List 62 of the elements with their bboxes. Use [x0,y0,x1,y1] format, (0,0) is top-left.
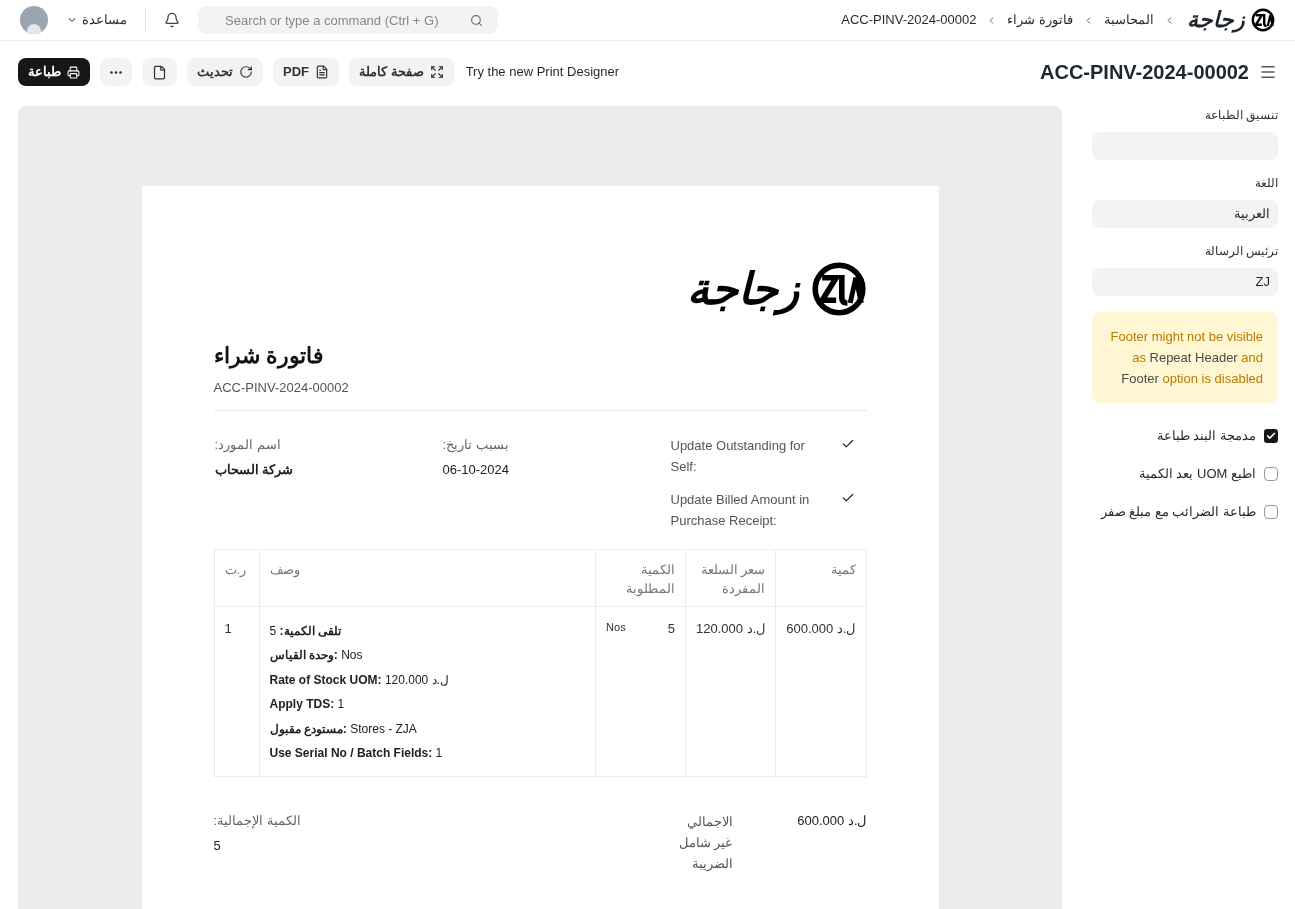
document-icon [315,65,329,79]
field-label: بسبب تاريخ: [442,435,509,454]
pdf-button[interactable]: PDF [273,58,339,86]
print-icon [67,65,80,79]
column-header: وصف [259,549,596,606]
document-number: ACC-PINV-2024-00002 [213,379,350,397]
breadcrumb-link[interactable]: المحاسبة [1104,10,1154,30]
warning-text: Footer might not be visible as Repeat Header and Footer option is disabled [1109,328,1263,388]
full-page-button[interactable]: صفحة كاملة [349,58,454,86]
file-icon [152,64,167,80]
field-label: اللغة [1254,175,1278,192]
field-label: Update Billed Amount in Purchase Receipt: [670,490,811,530]
field-label: ترئيس الرسالة [1203,243,1278,260]
field-value: ل.د 600.000 [797,811,867,830]
logo-text: زجاجة [680,258,805,320]
field-label: الكمية الإجمالية: [213,811,301,830]
breadcrumb-link[interactable]: ACC-PINV-2024-00002 [841,10,977,30]
print-button[interactable]: طباعة [18,58,90,86]
field-value: 5 [213,837,221,855]
document-button[interactable] [142,58,177,86]
breadcrumb-link[interactable]: فاتورة شراء [1007,10,1073,30]
table-cell: ل.د 600.000 [775,606,866,776]
check-icon [1266,431,1276,441]
logo-text: زجاجة [1186,6,1247,35]
avatar[interactable] [20,6,48,34]
field-label: تنسيق الطباعة [1203,107,1278,124]
checkbox-label: مدمجة البند طباعة [1156,427,1256,446]
unit-text: Nos [606,619,626,635]
notification-icon[interactable] [164,12,180,28]
logo-mark-icon [1251,8,1275,32]
quantity-text: 5 [667,619,676,638]
column-header: سعر السلعة المفردة [685,549,776,606]
checkbox-label: اطبع UOM بعد الكمية [1138,465,1256,484]
document-title: فاتورة شراء [213,342,325,370]
field-label: Update Outstanding for Self: [670,436,806,476]
checkbox[interactable] [1264,505,1278,519]
field-label: الاجمالي غير شامل الضريبة [677,812,733,873]
field-label: اسم المورد: [214,435,281,454]
search-field[interactable]: Search or type a command (Ctrl + G) [198,6,498,34]
select-field[interactable]: العربية [1092,200,1278,228]
page-title: ACC-PINV-2024-00002 [1040,60,1249,85]
logo-mark-icon [810,261,867,317]
table-cell: 1 [214,606,259,776]
more-icon [110,70,122,74]
table-cell: ل.د 120.000 [685,606,776,776]
field-value: 06-10-2024 [442,461,509,479]
column-header: ر.ت [214,549,259,606]
refresh-button[interactable]: تحديث [187,58,263,86]
column-header: الكمية المطلوبة [595,549,686,606]
checkbox[interactable] [1264,429,1278,443]
refresh-icon [239,65,253,79]
more-button[interactable] [100,58,132,86]
checkbox[interactable] [1264,467,1278,481]
search-icon [470,14,483,27]
print-designer-link[interactable]: Try the new Print Designer [465,62,620,82]
help-menu[interactable]: مساعدة [66,10,127,30]
expand-icon [429,65,444,79]
column-header: كمية [775,549,866,606]
field-value: شركة السحاب [214,461,294,480]
menu-icon[interactable] [1259,63,1277,81]
checkbox-label: طباعة الضرائب مع مبلغ صفر [1100,503,1256,522]
select-field[interactable]: ZJ [1092,268,1278,296]
